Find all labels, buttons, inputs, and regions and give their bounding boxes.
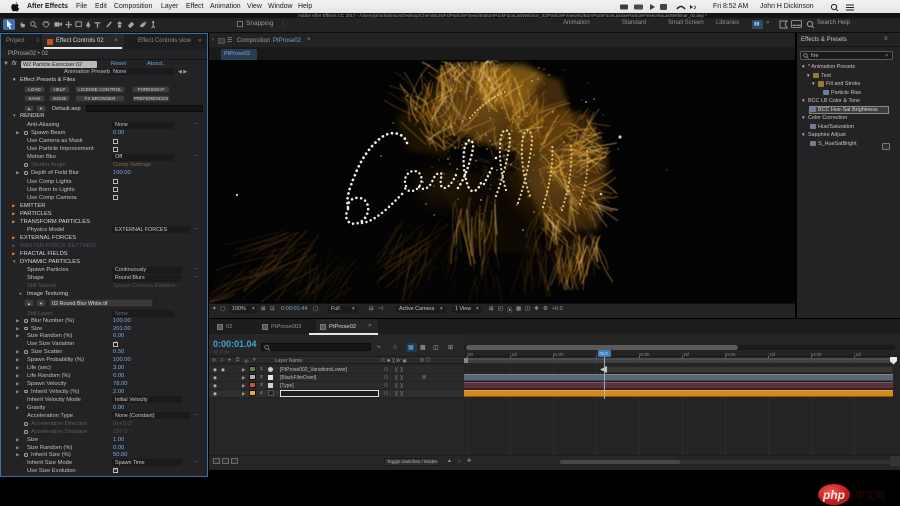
svg-text:中文网: 中文网 xyxy=(855,489,885,502)
svg-text:php: php xyxy=(822,488,845,502)
